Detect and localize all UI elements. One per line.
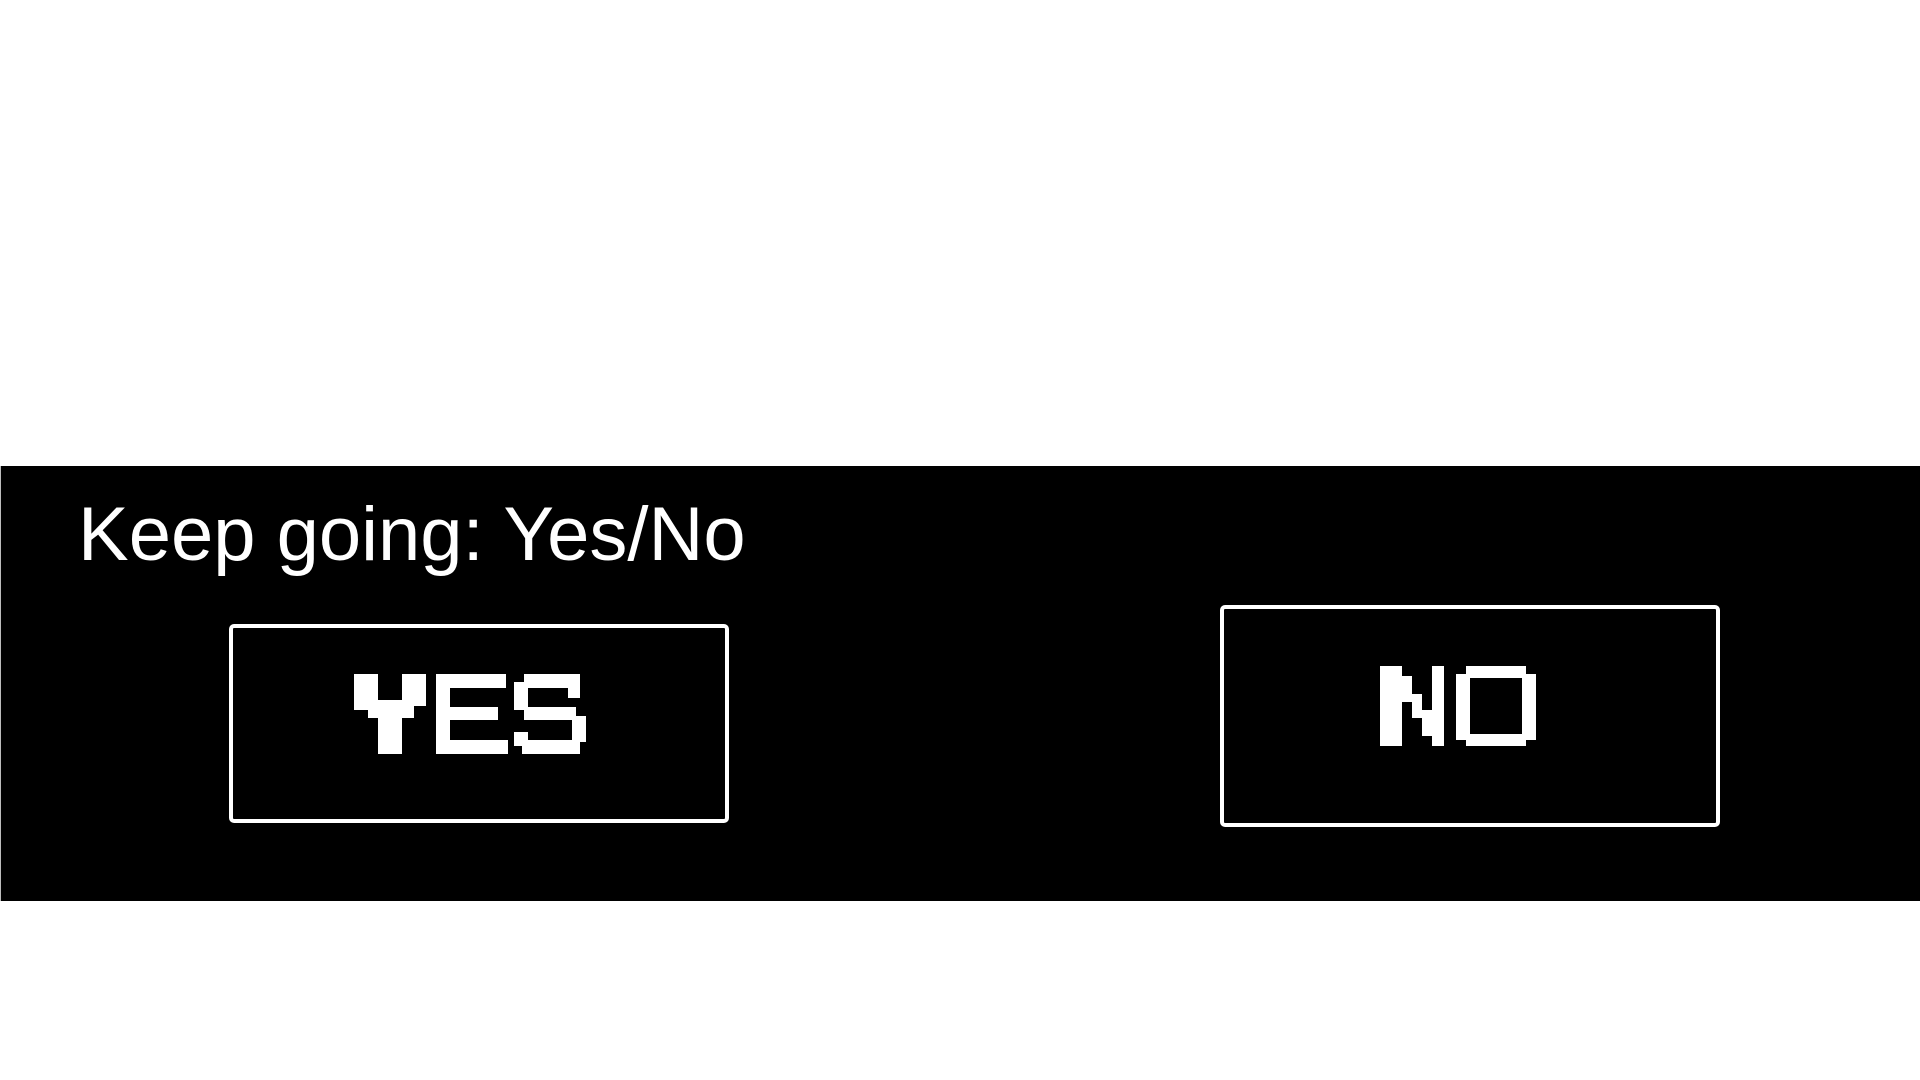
dialog-prompt: Keep going: Yes/No bbox=[78, 492, 746, 577]
yes-button[interactable]: YES bbox=[229, 624, 729, 823]
no-button[interactable]: NO bbox=[1220, 605, 1720, 827]
no-label-pixel-text bbox=[1380, 666, 1536, 746]
screen: Keep going: Yes/No bbox=[0, 0, 1920, 1080]
yes-label-pixel-text bbox=[354, 673, 586, 754]
